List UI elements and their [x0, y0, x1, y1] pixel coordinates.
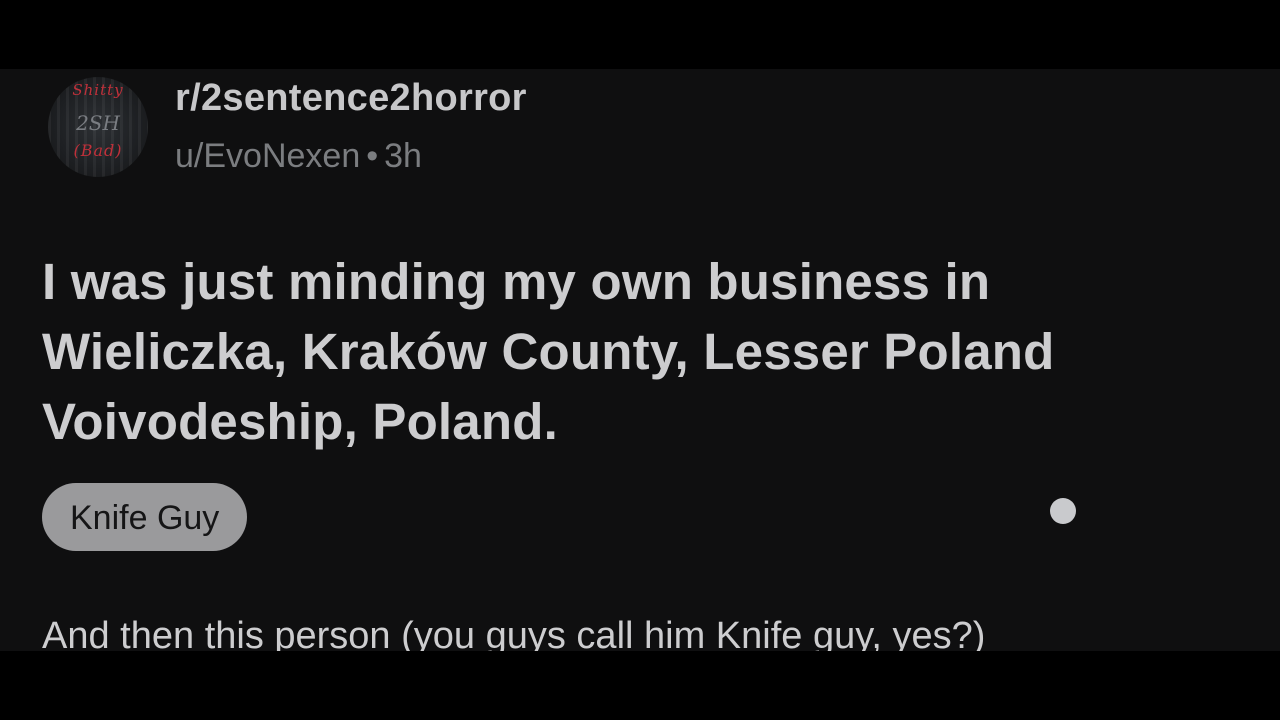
post-title[interactable]: I was just minding my own business in Wi… [42, 247, 1222, 457]
author-link[interactable]: u/EvoNexen [175, 137, 360, 175]
post-screen: Shitty 2SH (Bad) r/2sentence2horror u/Ev… [0, 69, 1280, 651]
avatar-text-top: Shitty [72, 81, 124, 99]
subreddit-avatar[interactable]: Shitty 2SH (Bad) [48, 77, 148, 177]
post-flair[interactable]: Knife Guy [42, 483, 248, 551]
subreddit-name[interactable]: r/2sentence2horror [175, 77, 527, 120]
post-meta: u/EvoNexen • 3h [175, 137, 422, 176]
touch-indicator [1050, 498, 1076, 524]
meta-separator: • [366, 137, 379, 175]
post-body-preview: And then this person (you guys call him … [42, 615, 986, 651]
avatar-text-middle: 2SH [76, 111, 120, 135]
post-age: 3h [384, 137, 422, 175]
avatar-text-bottom: (Bad) [73, 141, 123, 160]
